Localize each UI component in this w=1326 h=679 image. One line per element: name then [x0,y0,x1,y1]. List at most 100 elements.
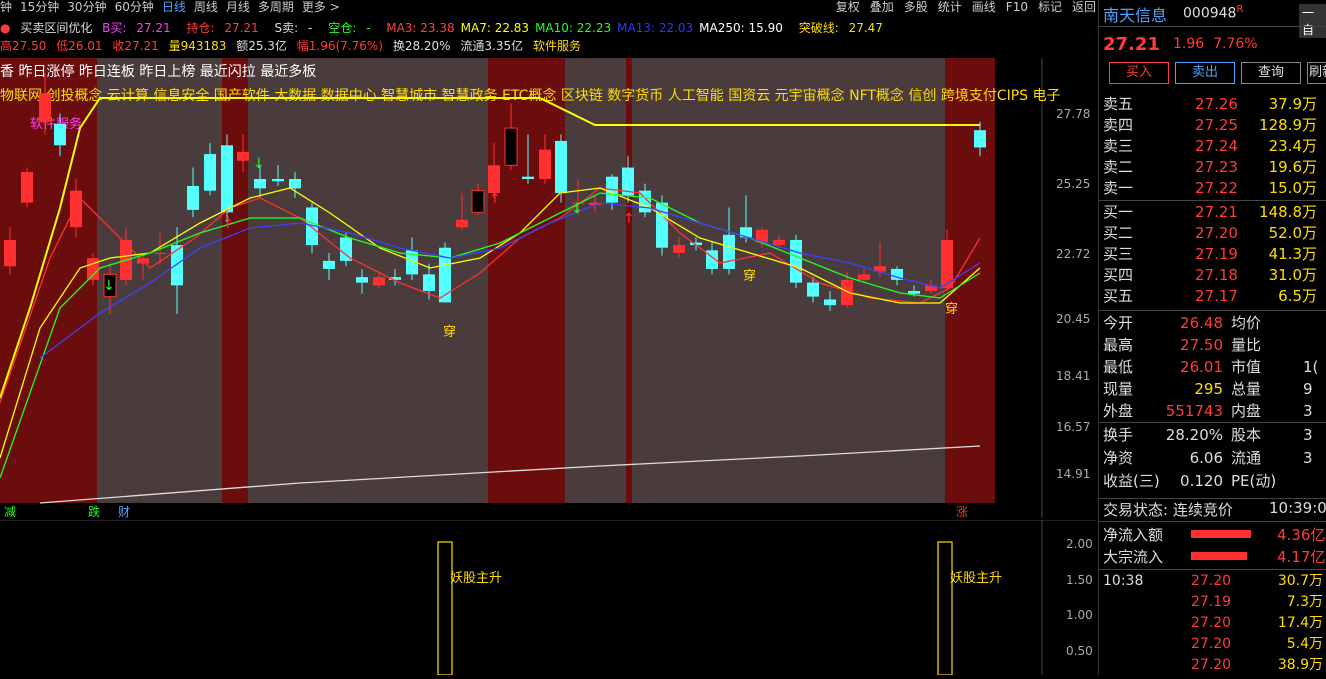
query-button[interactable]: 查询 [1241,62,1301,84]
candle-body[interactable] [790,239,802,283]
candle-body[interactable] [21,172,33,203]
bid-price: 27.17 [1195,287,1238,305]
candle-body[interactable] [272,178,284,182]
candle-body[interactable] [522,176,534,179]
bid-row[interactable]: 买三 27.19 41.3万 [1103,244,1323,265]
tool-button-2[interactable]: 多股 [904,0,928,15]
candle-body[interactable] [773,239,785,246]
candle-body[interactable] [673,245,685,253]
b-buy-label: B买: 27.21 [102,21,171,35]
bid-label: 买五 [1103,287,1134,305]
y-axis-label: 27.78 [1056,107,1090,121]
candle-body[interactable] [504,127,518,166]
candle-body[interactable] [723,234,735,269]
period-tab-4[interactable]: 日线 [162,0,186,15]
signal-bar [437,541,453,676]
candle-body[interactable] [471,190,485,213]
candle-body[interactable] [656,202,668,248]
stat-value-2: 3 [1303,449,1313,467]
bid-row[interactable]: 买二 27.20 52.0万 [1103,223,1323,244]
candle-body[interactable] [289,178,301,189]
candle-body[interactable] [423,274,435,291]
candle-body[interactable] [221,145,233,213]
period-tab-2[interactable]: 30分钟 [67,0,106,15]
period-tab-7[interactable]: 多周期 [258,0,294,15]
candle-body[interactable] [4,239,16,267]
corner-tag[interactable]: 一自 [1299,4,1326,38]
stat-key: 现量 [1103,380,1134,398]
candle-body[interactable] [254,178,266,189]
candle-body[interactable] [488,165,500,194]
ask-row[interactable]: 卖一 27.22 15.0万 [1103,178,1323,199]
y-axis-label: 18.41 [1056,369,1090,383]
refresh-button[interactable]: 刷新 [1307,62,1326,84]
candle-body[interactable] [70,190,82,228]
tick-price: 27.20 [1191,615,1232,631]
stat-row: 现量 295 总量 9 [1103,378,1326,400]
candle-body[interactable] [456,219,468,228]
ask-row[interactable]: 卖五 27.26 37.9万 [1103,94,1323,115]
trade-status: 交易状态: 连续竞价 [1103,501,1233,519]
tool-button-1[interactable]: 叠加 [870,0,894,15]
indicator-name[interactable]: 买卖区间优化 [20,21,92,35]
candle-body[interactable] [908,290,920,294]
high-value: 高27.50 [0,39,47,53]
tool-button-3[interactable]: 统计 [938,0,962,15]
kline-chart[interactable]: 27.78 25.25 22.72 20.45 18.41 16.57 14.91 香 昨日涨… [0,58,1096,519]
candle-body[interactable] [39,93,51,122]
candle-body[interactable] [237,151,249,161]
bid-row[interactable]: 买五 27.17 6.5万 [1103,286,1323,307]
signal-bar [937,541,953,676]
chart-settings-icon[interactable]: ● [0,21,10,35]
buy-button[interactable]: 买入 [1109,62,1169,84]
candle-body[interactable] [555,140,567,194]
chuan-signal: 穿 [743,268,756,284]
tool-button-5[interactable]: F10 [1006,0,1028,15]
period-tab-5[interactable]: 周线 [194,0,218,15]
tool-button-6[interactable]: 标记 [1038,0,1062,15]
ask-row[interactable]: 卖二 27.23 19.6万 [1103,157,1323,178]
tool-button-7[interactable]: 返回 [1072,0,1096,15]
candle-body[interactable] [974,130,986,148]
divider [1099,310,1326,311]
tool-button-0[interactable]: 复权 [836,0,860,15]
candle-body[interactable] [539,149,551,179]
period-tab-6[interactable]: 月线 [226,0,250,15]
tick-volume: 5.4万 [1286,636,1323,652]
kline-svg[interactable]: 27.78 25.25 22.72 20.45 18.41 16.57 14.91 香 昨日涨… [0,58,1096,519]
period-tab-0[interactable]: 钟 [0,0,12,15]
candle-body[interactable] [154,252,166,254]
trade-time: 10:39:00 [1269,499,1326,517]
candle-body[interactable] [373,277,385,286]
candle-body[interactable] [187,185,199,210]
sub-indicator-chart[interactable]: 2.00 1.50 1.00 0.50 妖股主升 妖股主升 [0,519,1096,676]
sub-indicator-svg[interactable]: 2.00 1.50 1.00 0.50 妖股主升 妖股主升 [0,519,1096,676]
candle-body[interactable] [204,154,216,191]
bid-label: 买四 [1103,266,1134,284]
period-tab-3[interactable]: 60分钟 [115,0,154,15]
candle-body[interactable] [356,277,368,283]
stat-row: 今开 26.48 均价 [1103,312,1326,334]
ask-row[interactable]: 卖三 27.24 23.4万 [1103,136,1323,157]
candle-body[interactable] [807,282,819,297]
candle-body[interactable] [323,260,335,269]
sell-button[interactable]: 卖出 [1175,62,1235,84]
ask-row[interactable]: 卖四 27.25 128.9万 [1103,115,1323,136]
ma-value-2: MA10: 22.23 [535,21,612,35]
tick-row: 27.20 38.9万 [1103,655,1323,676]
ask-volume: 128.9万 [1259,116,1317,134]
candle-body[interactable] [171,245,183,286]
bid-row[interactable]: 买四 27.18 31.0万 [1103,265,1323,286]
ask-price: 27.25 [1195,116,1238,134]
candle-body[interactable] [54,123,66,146]
bid-row[interactable]: 买一 27.21 148.8万 [1103,202,1323,223]
period-tab-1[interactable]: 15分钟 [20,0,59,15]
candle-body[interactable] [824,299,836,306]
candle-body[interactable] [858,274,870,280]
concept-tags: 物联网 创投概念 云计算 信息安全 国产软件 大数据 数据中心 智慧城市 智慧政… [0,87,1061,104]
candle-body[interactable] [87,258,99,280]
volume-value: 量943183 [168,39,227,53]
tool-button-4[interactable]: 画线 [972,0,996,15]
low-value: 低26.01 [56,39,103,53]
period-tab-8[interactable]: 更多 > [302,0,340,15]
